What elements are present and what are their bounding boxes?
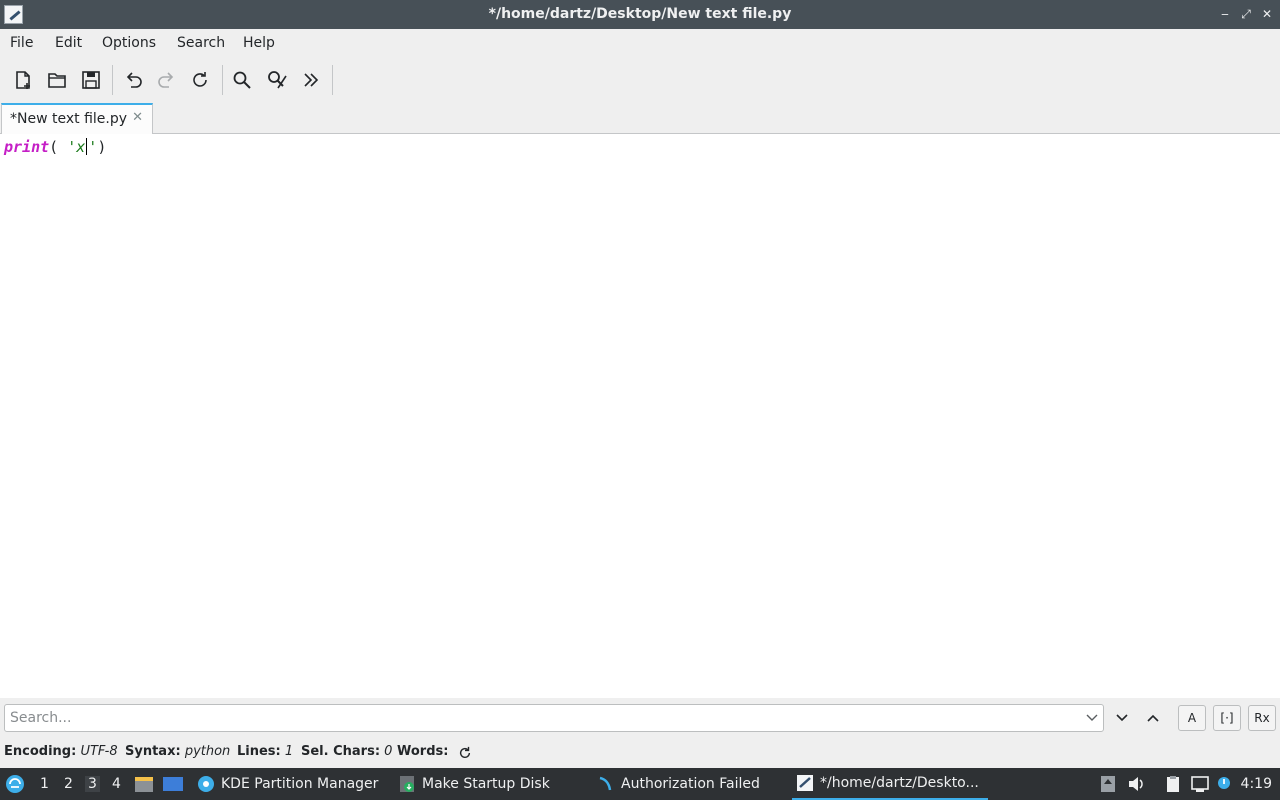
menu-bar: File Edit Options Search Help	[0, 29, 1280, 57]
menu-help[interactable]: Help	[243, 35, 275, 51]
menu-edit[interactable]: Edit	[55, 35, 82, 51]
new-file-button[interactable]	[10, 67, 36, 93]
tab-close-icon[interactable]: ✕	[132, 110, 143, 125]
clock[interactable]: 4:19	[1241, 776, 1272, 792]
search-bar: A [·] Rx	[0, 698, 1280, 738]
close-window-button[interactable]: ✕	[1258, 5, 1276, 23]
whole-word-icon: [·]	[1220, 711, 1234, 725]
encoding-value: UTF-8	[80, 744, 118, 759]
toolbar	[0, 57, 1280, 103]
startup-disk-icon	[400, 776, 414, 792]
volume-icon[interactable]	[1127, 775, 1145, 793]
encoding-label: Encoding:	[4, 744, 77, 759]
desktop-2[interactable]: 2	[64, 776, 73, 792]
task-label: KDE Partition Manager	[221, 776, 379, 792]
application-menu-icon[interactable]	[5, 774, 25, 794]
new-file-icon	[16, 71, 30, 89]
code-string: 'x	[67, 138, 86, 156]
window-title: */home/dartz/Desktop/New text file.py	[488, 6, 792, 22]
sel-chars-value: 0	[384, 744, 393, 759]
save-icon	[82, 71, 100, 89]
task-text-editor[interactable]: */home/dartz/Deskto...	[792, 768, 988, 800]
find-previous-button[interactable]	[1139, 705, 1167, 731]
undo-button[interactable]	[120, 67, 146, 93]
notifications-icon[interactable]	[1215, 775, 1233, 793]
reload-button[interactable]	[187, 67, 213, 93]
match-case-icon: A	[1187, 711, 1197, 725]
task-label: */home/dartz/Deskto...	[820, 775, 979, 791]
menu-search[interactable]: Search	[177, 35, 225, 51]
updates-icon[interactable]	[1099, 775, 1117, 793]
find-icon	[233, 71, 251, 89]
code-keyword: print	[4, 138, 50, 156]
tab-label: *New text file.py	[10, 111, 128, 127]
status-words: Words:	[397, 744, 448, 759]
window-titlebar: */home/dartz/Desktop/New text file.py ‒ …	[0, 0, 1280, 29]
arrow-up-icon	[1147, 714, 1159, 722]
desktop-4[interactable]: 4	[112, 776, 121, 792]
whole-word-button[interactable]: [·]	[1213, 705, 1241, 731]
authorization-icon	[599, 776, 612, 791]
syntax-value: python	[184, 744, 231, 759]
toolbar-separator	[332, 65, 333, 95]
match-case-button[interactable]: A	[1178, 705, 1206, 731]
tab-new-text-file[interactable]: *New text file.py ✕	[1, 103, 153, 134]
status-selected-chars: Sel. Chars: 0	[301, 744, 392, 759]
toolbar-separator	[112, 65, 113, 95]
tab-bar: *New text file.py ✕	[0, 103, 1280, 134]
show-desktop-icon[interactable]	[162, 775, 184, 793]
status-bar: Encoding: UTF-8 Syntax: python Lines: 1 …	[0, 738, 1280, 768]
minimize-button[interactable]: ‒	[1216, 5, 1234, 23]
code-open-paren: (	[49, 138, 59, 156]
partition-manager-icon	[198, 776, 214, 792]
task-make-startup-disk[interactable]: Make Startup Disk	[394, 768, 554, 800]
chevron-down-icon[interactable]	[1084, 709, 1100, 725]
reload-icon	[193, 72, 207, 87]
search-input[interactable]	[4, 704, 1104, 732]
redo-icon	[158, 72, 174, 88]
find-next-button[interactable]	[1108, 705, 1136, 731]
syntax-label: Syntax:	[125, 744, 181, 759]
words-label: Words:	[397, 744, 449, 759]
task-label: Make Startup Disk	[422, 776, 550, 792]
replace-button[interactable]	[264, 67, 290, 93]
lines-value: 1	[284, 744, 294, 759]
code-string-close: '	[88, 138, 98, 156]
regex-button[interactable]: Rx	[1248, 705, 1276, 731]
open-folder-icon	[48, 73, 66, 88]
toolbar-separator	[222, 65, 223, 95]
text-editor-icon	[797, 775, 813, 791]
desktop-1[interactable]: 1	[40, 776, 49, 792]
task-label: Authorization Failed	[621, 776, 760, 792]
menu-file[interactable]: File	[10, 35, 33, 51]
clipboard-icon[interactable]	[1164, 775, 1182, 793]
arrow-down-icon	[1116, 714, 1128, 722]
task-authorization-failed[interactable]: Authorization Failed	[593, 768, 764, 800]
status-encoding: Encoding: UTF-8	[4, 744, 118, 759]
more-tools-button[interactable]	[298, 67, 324, 93]
code-line-1: print( 'x ')	[4, 138, 106, 156]
replace-icon	[268, 71, 287, 89]
save-button[interactable]	[78, 67, 104, 93]
text-editor-area[interactable]: print( 'x ')	[0, 134, 1280, 698]
network-icon[interactable]	[1191, 775, 1209, 793]
open-file-button[interactable]	[44, 67, 70, 93]
desktop-3[interactable]: 3	[85, 776, 100, 792]
status-syntax: Syntax: python	[125, 744, 230, 759]
undo-icon	[126, 72, 142, 88]
redo-button[interactable]	[154, 67, 180, 93]
code-close-paren: )	[97, 138, 107, 156]
status-lines: Lines: 1	[237, 744, 293, 759]
maximize-button[interactable]: ⤢	[1237, 5, 1255, 23]
more-icon	[304, 73, 319, 87]
refresh-word-count-icon[interactable]	[458, 746, 472, 760]
sel-chars-label: Sel. Chars:	[301, 744, 381, 759]
file-manager-icon[interactable]	[134, 775, 154, 793]
taskbar: 1 2 3 4 KDE Partition Manager Make Start…	[0, 768, 1280, 800]
menu-options[interactable]: Options	[102, 35, 156, 51]
regex-icon: Rx	[1254, 711, 1270, 725]
find-button[interactable]	[229, 67, 255, 93]
lines-label: Lines:	[237, 744, 281, 759]
task-kde-partition-manager[interactable]: KDE Partition Manager	[193, 768, 382, 800]
